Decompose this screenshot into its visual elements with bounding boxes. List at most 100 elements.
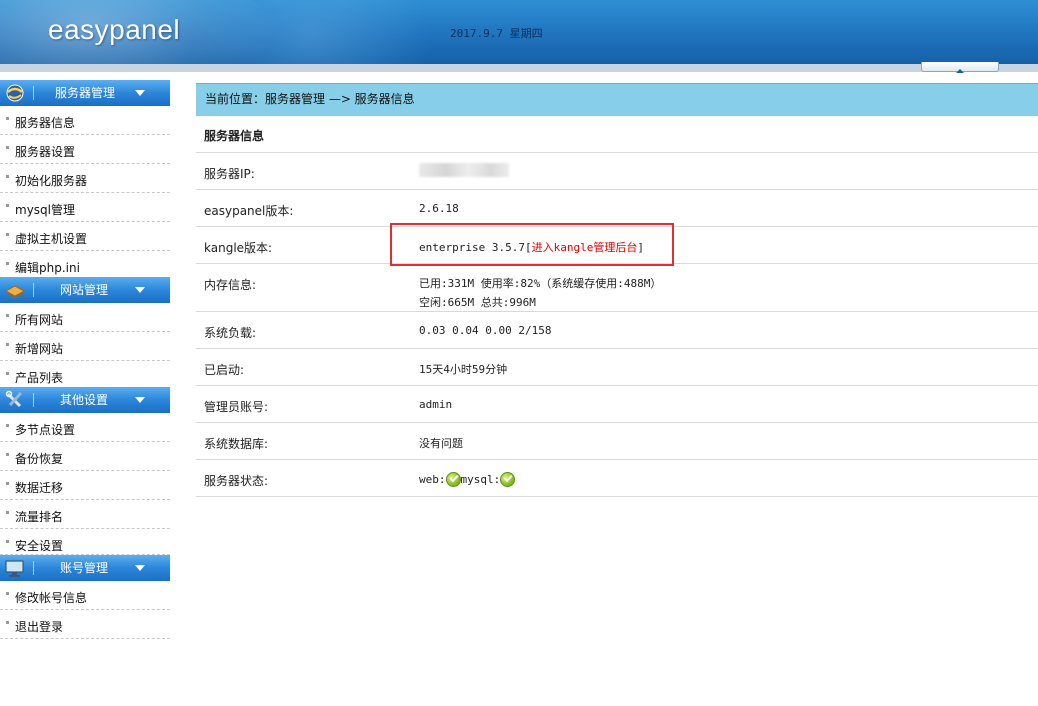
memory-label: 内存信息: (204, 278, 257, 292)
chevron-down-icon (135, 397, 145, 403)
sidebar-item-mysql[interactable]: mysql管理 (0, 193, 170, 222)
ip-value (419, 163, 509, 180)
sidebar-item-all-sites[interactable]: 所有网站 (0, 303, 170, 332)
book-icon (4, 285, 26, 299)
table-row: 已启动: 15天4小时59分钟 (196, 349, 1038, 386)
sidebar-item-label: 多节点设置 (15, 423, 76, 437)
bullet-icon (6, 372, 9, 375)
sidebar-item-logout[interactable]: 退出登录 (0, 610, 170, 639)
app-logo: easypanel (48, 14, 181, 45)
sidebar-item-data-migration[interactable]: 数据迁移 (0, 471, 170, 500)
server-status-value: web: mysql: (419, 472, 516, 487)
sidebar-group-title: 服务器管理 (55, 86, 116, 100)
bullet-icon (6, 204, 9, 207)
bullet-icon (6, 175, 9, 178)
sidebar-group-account[interactable]: 账号管理 (0, 555, 170, 581)
uptime-label: 已启动: (204, 363, 245, 377)
memory-value: 已用:331M 使用率:82%（系统缓存使用:488M） 空闲:665M 总共:9… (419, 274, 661, 312)
sidebar-item-label: 流量排名 (15, 510, 64, 524)
version-label: easypanel版本: (204, 204, 294, 218)
sidebar-group-title: 网站管理 (60, 283, 109, 297)
database-label: 系统数据库: (204, 437, 269, 451)
table-row: 内存信息: 已用:331M 使用率:82%（系统缓存使用:488M） 空闲:665… (196, 264, 1038, 312)
sidebar-item-label: 虚拟主机设置 (15, 232, 88, 246)
table-row: 系统负载: 0.03 0.04 0.00 2/158 (196, 312, 1038, 349)
current-date: 2017.9.7 星期四 (450, 27, 543, 40)
bullet-icon (6, 621, 9, 624)
divider (33, 393, 34, 407)
bullet-icon (6, 424, 9, 427)
bullet-icon (6, 314, 9, 317)
table-row: easypanel版本: 2.6.18 (196, 190, 1038, 227)
sidebar-item-edit-account[interactable]: 修改帐号信息 (0, 581, 170, 610)
sidebar-item-product-list[interactable]: 产品列表 (0, 361, 170, 387)
highlight-annotation (390, 223, 674, 266)
sidebar-item-label: 安全设置 (15, 539, 64, 553)
sidebar-item-edit-php-ini[interactable]: 编辑php.ini (0, 251, 170, 277)
collapse-header-button[interactable] (921, 62, 999, 73)
table-row: 系统数据库: 没有问题 (196, 423, 1038, 460)
chevron-up-icon (956, 69, 964, 73)
chevron-down-icon (135, 565, 145, 571)
sidebar-item-label: 编辑php.ini (15, 261, 80, 275)
bullet-icon (6, 482, 9, 485)
sidebar-item-server-settings[interactable]: 服务器设置 (0, 135, 170, 164)
sidebar-item-label: 数据迁移 (15, 481, 64, 495)
bullet-icon (6, 592, 9, 595)
sidebar-item-label: 服务器信息 (15, 116, 76, 130)
divider (33, 86, 34, 100)
memory-free: 空闲:665M 总共:996M (419, 296, 536, 309)
sidebar-item-server-info[interactable]: 服务器信息 (0, 106, 170, 135)
server-status-label: 服务器状态: (204, 474, 269, 488)
table-row: 服务器IP: (196, 153, 1038, 190)
tools-icon (5, 390, 23, 408)
database-status: 没有问题 (419, 437, 463, 450)
breadcrumb: 当前位置：服务器管理 —> 服务器信息 (196, 83, 1038, 116)
sidebar: 服务器管理 服务器信息 服务器设置 初始化服务器 mysql管理 虚拟主机设置 … (0, 80, 170, 639)
header-strip (0, 64, 1038, 72)
sidebar-item-label: 修改帐号信息 (15, 591, 88, 605)
sidebar-item-add-site[interactable]: 新增网站 (0, 332, 170, 361)
sidebar-item-label: 所有网站 (15, 313, 64, 327)
uptime-value: 15天4小时59分钟 (419, 363, 508, 376)
sidebar-item-label: 初始化服务器 (15, 174, 88, 188)
sidebar-item-vhost-settings[interactable]: 虚拟主机设置 (0, 222, 170, 251)
kangle-label: kangle版本: (204, 241, 273, 255)
version-value: 2.6.18 (419, 202, 459, 215)
bullet-icon (6, 262, 9, 265)
sidebar-group-websites[interactable]: 网站管理 (0, 277, 170, 303)
header-decoration (180, 0, 440, 64)
chevron-down-icon (135, 287, 145, 293)
sidebar-item-traffic-ranking[interactable]: 流量排名 (0, 500, 170, 529)
web-status-label: web: (419, 473, 446, 486)
sidebar-item-label: 新增网站 (15, 342, 64, 356)
check-icon (445, 472, 461, 487)
section-title: 服务器信息 (204, 129, 265, 143)
sidebar-item-label: 产品列表 (15, 371, 64, 385)
sidebar-group-other-settings[interactable]: 其他设置 (0, 387, 170, 413)
table-title-row: 服务器信息 (196, 116, 1038, 153)
redacted-ip (419, 163, 509, 177)
server-info-table: 服务器信息 服务器IP: easypanel版本: 2.6.18 kangle版… (196, 116, 1038, 497)
sidebar-item-backup-restore[interactable]: 备份恢复 (0, 442, 170, 471)
bullet-icon (6, 453, 9, 456)
admin-label: 管理员账号: (204, 400, 269, 414)
check-icon (500, 472, 516, 487)
sidebar-item-label: 服务器设置 (15, 145, 76, 159)
sidebar-item-label: mysql管理 (15, 203, 75, 217)
sidebar-item-init-server[interactable]: 初始化服务器 (0, 164, 170, 193)
sidebar-item-security-settings[interactable]: 安全设置 (0, 529, 170, 555)
server-icon (6, 84, 24, 102)
load-label: 系统负载: (204, 326, 257, 340)
divider (33, 283, 34, 297)
sidebar-group-title: 账号管理 (60, 561, 109, 575)
bullet-icon (6, 146, 9, 149)
memory-used: 已用:331M 使用率:82%（系统缓存使用:488M） (419, 277, 662, 290)
sidebar-item-multi-node[interactable]: 多节点设置 (0, 413, 170, 442)
sidebar-group-server[interactable]: 服务器管理 (0, 80, 170, 106)
table-row: 管理员账号: admin (196, 386, 1038, 423)
sidebar-item-label: 备份恢复 (15, 452, 64, 466)
divider (33, 561, 34, 575)
sidebar-item-label: 退出登录 (15, 620, 64, 634)
bullet-icon (6, 117, 9, 120)
